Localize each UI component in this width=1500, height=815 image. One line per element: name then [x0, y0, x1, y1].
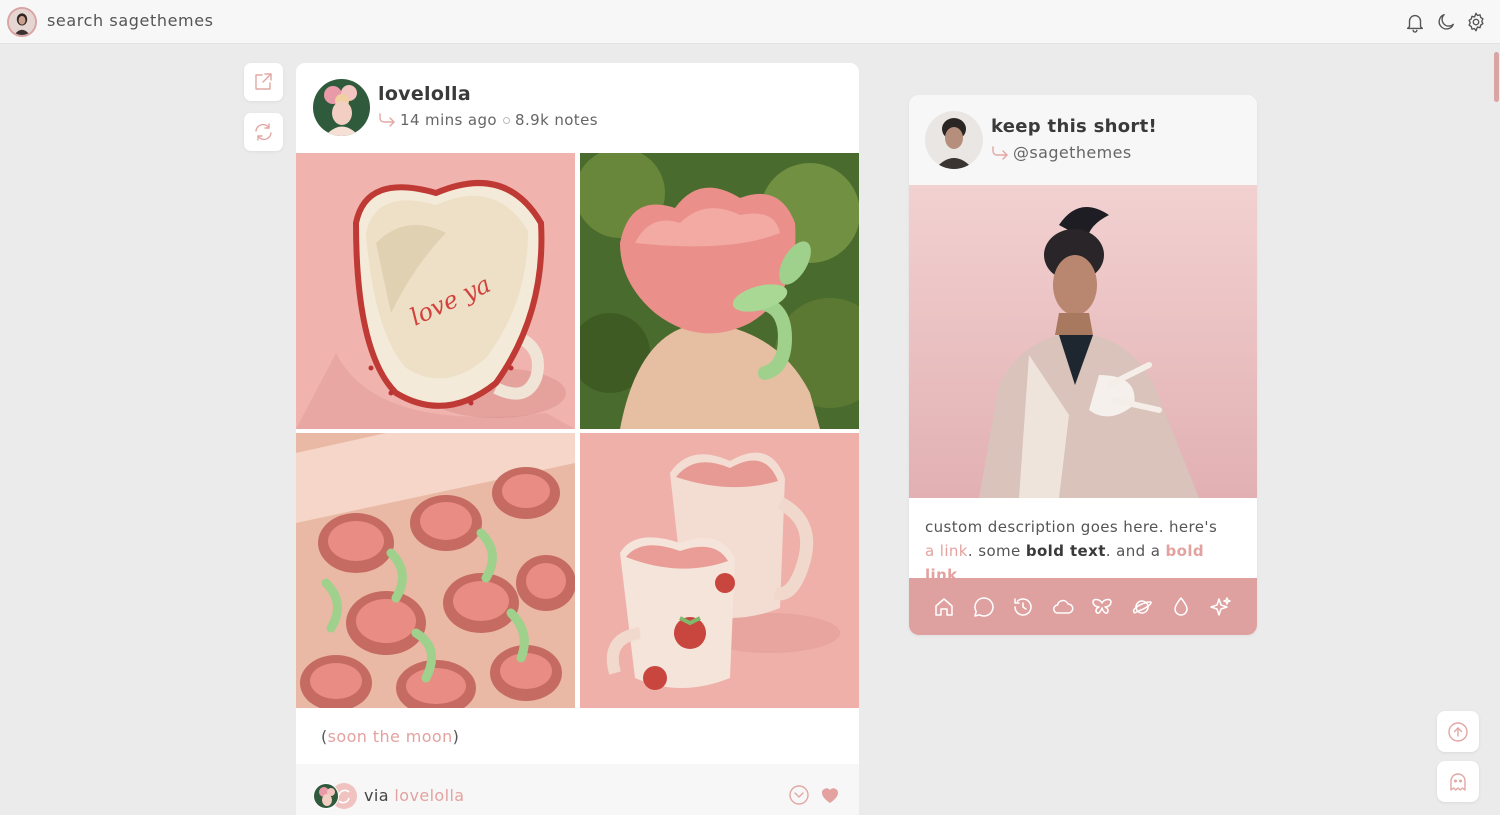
caption-link[interactable]: soon the moon	[328, 727, 453, 746]
sidebar-card: keep this short! @sagethemes custom desc…	[909, 95, 1257, 635]
more-options-icon[interactable]	[788, 784, 810, 806]
sidebar-handle[interactable]: @sagethemes	[991, 143, 1132, 162]
heart-icon[interactable]	[819, 784, 841, 806]
droplet-icon[interactable]	[1169, 595, 1193, 619]
scrollbar[interactable]	[1494, 52, 1499, 102]
reblog-arrow-icon	[991, 145, 1009, 160]
moon-icon[interactable]	[1435, 11, 1457, 33]
post-header: lovelolla 14 mins ago 8.9k notes	[296, 63, 859, 153]
post-meta: 14 mins ago 8.9k notes	[378, 111, 598, 129]
sidebar-nav	[909, 578, 1257, 635]
planet-icon[interactable]	[1130, 595, 1154, 619]
sparkle-icon[interactable]	[1209, 595, 1233, 619]
scroll-top-icon	[1448, 722, 1468, 742]
post-footer: via lovelolla	[296, 764, 859, 815]
photo-heart-mug[interactable]: love ya	[296, 153, 575, 429]
search-field[interactable]: search sagethemes	[47, 11, 214, 30]
gear-icon[interactable]	[1465, 11, 1487, 33]
post-notes[interactable]: 8.9k notes	[515, 111, 598, 129]
post-caption: (soon the moon)	[321, 727, 460, 746]
reblog-arrow-icon	[378, 113, 396, 127]
butterfly-icon[interactable]	[1090, 595, 1114, 619]
photo-strawberry-mugs[interactable]	[580, 433, 859, 708]
cloud-icon[interactable]	[1051, 595, 1075, 619]
reblog-icon	[255, 123, 272, 141]
home-icon[interactable]	[932, 595, 956, 619]
sidebar-photo	[909, 185, 1257, 498]
desc-bold-text: bold text	[1025, 542, 1106, 560]
post-time[interactable]: 14 mins ago	[400, 111, 497, 129]
scroll-top-button[interactable]	[1437, 711, 1479, 752]
history-icon[interactable]	[1011, 595, 1035, 619]
open-post-button[interactable]	[244, 63, 283, 101]
external-link-icon	[255, 73, 272, 90]
ghost-icon	[1450, 773, 1466, 791]
post-avatar[interactable]	[313, 79, 370, 136]
photo-tulip-cup[interactable]	[580, 153, 859, 429]
desc-link[interactable]: a link	[925, 542, 968, 560]
sidebar-description: custom description goes here. here's a l…	[925, 518, 1218, 584]
via-user-link[interactable]: lovelolla	[394, 786, 464, 805]
user-avatar[interactable]	[7, 7, 37, 37]
sidebar-header: keep this short! @sagethemes	[909, 95, 1257, 185]
photoset: love ya	[296, 153, 859, 708]
via-avatar[interactable]	[313, 783, 339, 809]
sidebar-avatar[interactable]	[925, 111, 983, 169]
chat-icon[interactable]	[972, 595, 996, 619]
top-bar: search sagethemes	[0, 0, 1500, 44]
sidebar-title: keep this short!	[991, 116, 1158, 137]
separator-dot	[503, 116, 511, 124]
bell-icon[interactable]	[1404, 11, 1426, 33]
post-card: lovelolla 14 mins ago 8.9k notes love ya	[296, 63, 859, 815]
post-username[interactable]: lovelolla	[378, 83, 471, 105]
reblog-button[interactable]	[244, 113, 283, 151]
via-source: via lovelolla	[364, 786, 465, 805]
photo-tulip-crate[interactable]	[296, 433, 575, 708]
ghost-button[interactable]	[1437, 761, 1479, 802]
